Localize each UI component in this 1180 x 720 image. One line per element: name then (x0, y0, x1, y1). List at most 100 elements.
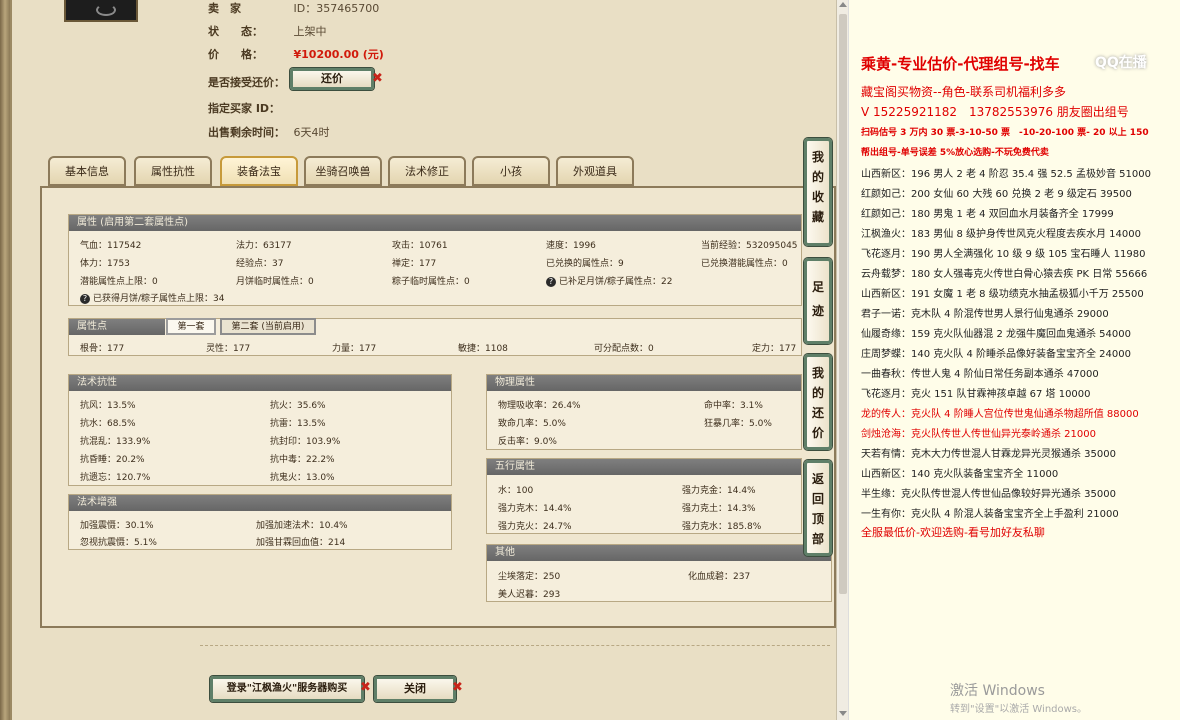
counter-offer-button[interactable]: 还价 (290, 68, 374, 90)
doc-line-2: 藏宝阁买物资--角色-联系司机福利多多 (861, 85, 1066, 99)
attr-stamina: 体力：1753 (80, 259, 130, 269)
element-water: 水：100 (498, 486, 534, 496)
my-offers-button[interactable]: 我的还价 (804, 354, 832, 450)
phys-berserk: 狂暴几率：5.0% (704, 419, 772, 429)
attr-zongzi-temp: 粽子临时属性点：0 (392, 277, 470, 287)
listing-item: 山西新区：196 男人 2 老 4 阶忍 35.4 强 52.5 孟极妙音 51… (861, 169, 1151, 180)
close-x-icon[interactable]: ✖ (452, 680, 463, 695)
element-vs-metal: 强力克金：14.4% (682, 486, 756, 496)
attr-speed: 速度：1996 (546, 241, 596, 251)
attr-filled: ? 已补足月饼/粽子属性点：22 (546, 274, 673, 287)
scroll-down-icon[interactable] (839, 711, 847, 716)
buyer-id-label: 指定买家 ID： (208, 102, 281, 115)
my-favorites-label: 我的收藏 (811, 150, 824, 224)
price-label: 价 格： (208, 48, 263, 61)
physical-title: 物理属性 (487, 375, 801, 391)
my-favorites-button[interactable]: 我的收藏 (804, 138, 832, 246)
question-icon[interactable]: ? (80, 293, 90, 304)
attr-exchanged-potential: 已兑换潜能属性点：0 (701, 259, 788, 269)
listing-item: 飞花逐月：克火 151 队甘霖神孩卓越 67 塔 10000 (861, 389, 1091, 400)
login-close-icon[interactable]: ✖ (360, 680, 371, 695)
other-blood: 化血成碧：237 (688, 572, 751, 582)
vertical-scrollbar[interactable] (836, 0, 848, 720)
listing-item: 剑烛沧海：克火队传世人传世仙异光泰岭通杀 21000 (861, 429, 1096, 440)
spell-resist-title: 法术抗性 (69, 375, 451, 391)
boost-stun: 加强震慑：30.1% (80, 521, 154, 531)
doc-footer: 全服最低价-欢迎选购-看号加好友私聊 (861, 526, 1045, 539)
other-beauty: 美人迟暮：293 (498, 590, 561, 600)
phys-absorb: 物理吸收率：26.4% (498, 401, 581, 411)
seller-label: 卖 家 (208, 2, 241, 15)
attr-note-text: 已获得月饼/粽子属性点上限：34 (93, 294, 225, 304)
counter-offer-row: 是否接受还价： (208, 74, 290, 90)
qq-logo: QQ在播 (1095, 55, 1147, 71)
login-server-buy-button[interactable]: 登录"江枫渔火"服务器购买 (210, 676, 364, 702)
listing-item: 仙履奇缘：159 克火队仙器混 2 龙强牛魔回血鬼通杀 54000 (861, 329, 1131, 340)
windows-activation-watermark: 激活 Windows (950, 683, 1045, 699)
doc-header: 乘黄-专业估价-代理组号-找车 (861, 55, 1060, 73)
tab-attributes-resist[interactable]: 属性抗性 (134, 156, 212, 186)
listing-item: 江枫渔火：183 男仙 8 级护身传世风克火程度去疾水月 14000 (861, 229, 1141, 240)
phys-crit: 致命几率：5.0% (498, 419, 566, 429)
resist-ghostfire: 抗鬼火：13.0% (270, 473, 335, 483)
footprint-label: 足迹 (811, 280, 824, 318)
listing-item: 一曲春秋：传世人鬼 4 阶仙日常任务副本通杀 47000 (861, 369, 1099, 380)
doc-line-5: 帮出组号-单号误差 5%放心选购-不玩免费代卖 (861, 148, 1049, 158)
resist-fire: 抗火：35.6% (270, 401, 326, 411)
remaining-value: 6天4时 (293, 126, 330, 139)
attr-potential-cap: 潜能属性点上限：0 (80, 277, 158, 287)
spell-boost-title: 法术增强 (69, 495, 451, 511)
counter-offer-label: 是否接受还价： (208, 76, 285, 89)
listing-item: 一生有你：克火队 4 阶混人装备宝宝齐全上手盈利 21000 (861, 509, 1119, 520)
listing-item: 红颜如己：180 男鬼 1 老 4 双回血水月装备齐全 17999 (861, 209, 1114, 220)
scroll-up-icon[interactable] (839, 2, 847, 7)
other-title: 其他 (487, 545, 831, 561)
tab-equipment[interactable]: 装备法宝 (220, 156, 298, 186)
status-row: 状 态： 上架中 (208, 23, 327, 39)
tab-appearance[interactable]: 外观道具 (556, 156, 634, 186)
resist-wind: 抗风：13.5% (80, 401, 136, 411)
resist-poison: 抗中毒：22.2% (270, 455, 335, 465)
listing-item: 山西新区：191 女魔 1 老 8 级功绩克水抽孟极狐小千万 25500 (861, 289, 1144, 300)
question-icon[interactable]: ? (546, 276, 556, 287)
doc-line-3: V 15225921182 13782553976 朋友圈出组号 (861, 105, 1129, 119)
attr-meditation: 禅定：177 (392, 259, 437, 269)
tab-spell-correction[interactable]: 法术修正 (388, 156, 466, 186)
footprint-button[interactable]: 足迹 (804, 258, 832, 344)
listing-item: 天若有情：克木大力传世混人甘霖龙异光灵猴通杀 35000 (861, 449, 1116, 460)
status-label: 状 态： (208, 25, 263, 38)
doc-line-4: 扫码估号 3 万内 30 票-3-10-50 票 -10-20-100 票- 2… (861, 128, 1149, 138)
ap-agility: 敏捷：1108 (458, 344, 508, 354)
windows-activation-subtext: 转到"设置"以激活 Windows。 (950, 704, 1088, 715)
seller-row: 卖 家 ID：357465700 (208, 0, 379, 16)
status-value: 上架中 (293, 25, 327, 38)
attr-hp: 气血：117542 (80, 241, 142, 251)
window-frame-left (0, 0, 10, 720)
counter-offer-close-icon[interactable]: ✖ (372, 71, 383, 86)
back-to-top-button[interactable]: 返回顶部 (804, 460, 832, 556)
phys-hit: 命中率：3.1% (704, 401, 763, 411)
ap-available: 可分配点数：0 (594, 344, 654, 354)
boost-speed-spell: 加强加速法术：10.4% (256, 521, 348, 531)
buyer-id-row: 指定买家 ID： (208, 100, 290, 116)
divider (200, 645, 830, 646)
resist-sleep: 抗昏睡：20.2% (80, 455, 145, 465)
phys-counter: 反击率：9.0% (498, 437, 557, 447)
listing-item: 半生缘：克火队传世混人传世仙品像较好异光通杀 35000 (861, 489, 1116, 500)
price-value: ¥10200.00 (元) (293, 48, 384, 61)
attr-note: ? 已获得月饼/粽子属性点上限：34 (80, 291, 225, 304)
boost-heal-value: 加强甘霖回血值：214 (256, 538, 346, 548)
resist-thunder: 抗雷：13.5% (270, 419, 326, 429)
resist-seal: 抗封印：103.9% (270, 437, 341, 447)
close-button[interactable]: 关闭 (374, 676, 456, 702)
scroll-thumb[interactable] (839, 14, 847, 594)
tab-mounts-pets[interactable]: 坐骑召唤兽 (304, 156, 382, 186)
subtab-set-1[interactable]: 第一套 (166, 318, 216, 335)
tab-basic-info[interactable]: 基本信息 (48, 156, 126, 186)
ap-endurance: 定力：177 (752, 344, 797, 354)
subtab-set-2[interactable]: 第二套 (当前启用) (220, 318, 316, 335)
tab-child[interactable]: 小孩 (472, 156, 550, 186)
listing-item: 飞花逐月：190 男人全满强化 10 级 9 级 105 宝石睡人 11980 (861, 249, 1146, 260)
back-to-top-label: 返回顶部 (811, 472, 824, 546)
seller-id: ID：357465700 (293, 2, 380, 15)
